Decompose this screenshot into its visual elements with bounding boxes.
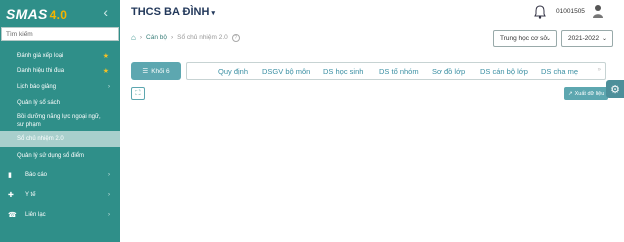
phone-icon: ☎ [8, 212, 17, 219]
chevron-right-icon: › [108, 192, 110, 198]
app-root: SMAS 4.0 ‹ Tìm kiếm Đánh giá xếp loại ★ … [0, 0, 624, 242]
sidebar-item-y-te[interactable]: ✚ Y tế › [0, 185, 120, 205]
export-button[interactable]: ↗ Xuất dữ liệu [564, 87, 608, 100]
chevron-right-icon: › [108, 83, 110, 90]
chevron-right-icon: › [108, 172, 110, 178]
avatar[interactable] [591, 3, 605, 19]
chevron-right-icon: › [108, 212, 110, 218]
tab-so-do-lop[interactable]: Sơ đồ lớp [432, 67, 465, 76]
top-header: THCS BA ĐÌNH ▾ 01001505 [120, 0, 624, 27]
sidebar-menu: Đánh giá xếp loại ★ Danh hiệu thi đua ★ … [0, 48, 120, 225]
grade-button[interactable]: ☰ Khối 6 [131, 62, 181, 80]
star-icon[interactable]: ★ [103, 52, 109, 60]
sidebar-item-so-chu-nhiem[interactable]: Sổ chủ nhiệm 2.0 [0, 131, 120, 147]
school-year-select[interactable]: 2021-2022 ⌄ [561, 30, 613, 47]
export-icon: ↗ [568, 90, 573, 97]
help-icon[interactable]: ? [231, 33, 240, 42]
breadcrumb-link-can-bo[interactable]: Cán bộ [146, 34, 167, 41]
list-icon: ☰ [142, 68, 149, 75]
tab-dsgv-bo-mon[interactable]: DSGV bộ môn [262, 67, 310, 76]
tab-ds-hoc-sinh[interactable]: DS học sinh [323, 67, 363, 76]
medical-icon: ✚ [8, 192, 14, 199]
bell-icon[interactable] [534, 5, 546, 19]
sidebar-item-quan-ly-so-sach[interactable]: Quản lý sổ sách [0, 95, 120, 111]
logo[interactable]: SMAS 4.0 [6, 6, 67, 22]
gear-icon[interactable]: ⚙ [606, 80, 624, 98]
home-icon[interactable]: ⌂ [131, 33, 136, 42]
star-icon[interactable]: ★ [103, 67, 109, 75]
sidebar-item-danh-gia-xep-loai[interactable]: Đánh giá xếp loại ★ [0, 48, 120, 63]
chevron-down-icon: ⌄ [545, 36, 551, 42]
fullscreen-icon[interactable]: ⛶ [131, 87, 145, 100]
sidebar: SMAS 4.0 ‹ Tìm kiếm Đánh giá xếp loại ★ … [0, 0, 120, 242]
tabs-scroll-right-icon[interactable]: » [598, 67, 601, 73]
breadcrumb-current: Sổ chủ nhiệm 2.0 [177, 34, 228, 41]
tab-ds-can-bo-lop[interactable]: DS cán bộ lớp [480, 67, 528, 76]
sidebar-item-lich-bao-giang[interactable]: Lịch báo giảng › [0, 78, 120, 95]
breadcrumb: ⌂ › Cán bộ › Sổ chủ nhiệm 2.0 ? [131, 33, 240, 42]
sidebar-item-quan-ly-so-diem[interactable]: Quản lý sử dụng sổ điểm [0, 147, 120, 165]
sidebar-item-bao-cao[interactable]: ▮ Báo cáo › [0, 165, 120, 185]
tab-quy-dinh[interactable]: Quy định [218, 67, 248, 76]
logo-bar: SMAS 4.0 ‹ [0, 0, 120, 27]
user-id[interactable]: 01001505 [556, 8, 585, 15]
sidebar-search-input[interactable]: Tìm kiếm [1, 27, 119, 41]
school-level-select[interactable]: Trung học cơ sở ⌄ [493, 30, 557, 47]
sidebar-item-danh-hieu-thi-dua[interactable]: Danh hiệu thi đua ★ [0, 63, 120, 78]
collapse-sidebar-icon[interactable]: ‹ [103, 4, 108, 20]
caret-down-icon: ▾ [211, 10, 215, 17]
sidebar-item-lien-lac[interactable]: ☎ Liên lạc › [0, 205, 120, 225]
tab-bar: Quy định DSGV bộ môn DS học sinh DS tổ n… [186, 62, 606, 80]
tab-ds-cha-me[interactable]: DS cha mẹ [541, 67, 578, 76]
tab-ds-to-nhom[interactable]: DS tổ nhóm [379, 67, 419, 76]
school-selector[interactable]: THCS BA ĐÌNH ▾ [131, 6, 215, 18]
report-icon: ▮ [8, 172, 12, 179]
sidebar-item-boi-duong[interactable]: Bồi dưỡng năng lực ngoại ngữ, sư phạm [0, 111, 120, 131]
chevron-down-icon: ⌄ [601, 36, 607, 42]
